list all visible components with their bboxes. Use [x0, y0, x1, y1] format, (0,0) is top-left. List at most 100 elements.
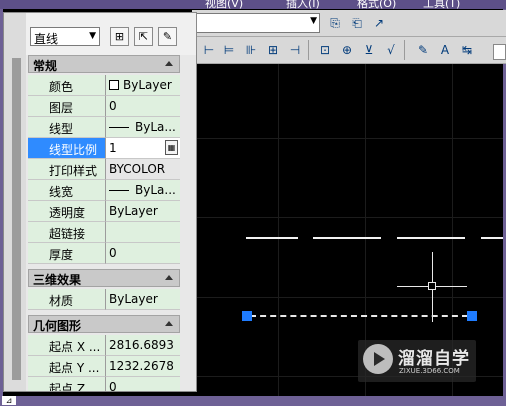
property-key: 线型比例 — [49, 143, 98, 157]
dim-continue-icon[interactable]: ⊪ — [242, 41, 260, 59]
property-value[interactable]: 1 — [109, 141, 117, 155]
toggle-pickadd-icon: ⊞ — [114, 30, 125, 43]
grid-line — [192, 297, 503, 298]
section-general-label: 常规 — [33, 59, 58, 73]
dim-break-icon[interactable]: ⊣ — [286, 41, 304, 59]
property-value: 0 — [109, 99, 117, 113]
center-mark-icon[interactable]: ⊕ — [338, 41, 356, 59]
line-end-grip[interactable] — [467, 311, 477, 321]
property-key: 超链接 — [49, 227, 86, 241]
property-row-linetype[interactable]: 线型 ByLa... — [28, 117, 180, 138]
property-key: 线型 — [49, 122, 74, 136]
toolbar-separator — [308, 40, 309, 60]
chevron-up-icon — [165, 61, 173, 66]
jogged-linear-icon[interactable]: √ — [382, 41, 400, 59]
select-objects-button[interactable]: ⇱ — [134, 27, 153, 46]
table-style-icon[interactable]: ⎗ — [348, 14, 366, 32]
property-row-linetype-scale[interactable]: 线型比例 1 ▦ — [28, 138, 180, 159]
section-geometry-label: 几何图形 — [33, 319, 82, 333]
property-value: ByLayer — [109, 292, 158, 306]
property-key: 颜色 — [49, 80, 74, 94]
palette-drag-bar[interactable] — [12, 58, 21, 380]
dim-edit-icon[interactable]: ✎ — [414, 41, 432, 59]
property-value: 0 — [109, 380, 117, 391]
property-key: 起点 Z ... — [49, 382, 101, 391]
property-row-thickness[interactable]: 厚度 0 — [28, 243, 180, 264]
grid-line — [278, 64, 279, 396]
line-segment — [246, 237, 298, 239]
property-row-transparency[interactable]: 透明度 ByLayer — [28, 201, 180, 222]
property-row-start-y[interactable]: 起点 Y ... 1232.2678 — [28, 356, 180, 377]
watermark-title: 溜溜自学 — [398, 349, 470, 369]
property-value: 2816.6893 — [109, 338, 174, 352]
property-row-lineweight[interactable]: 线宽 ByLa... — [28, 180, 180, 201]
select-objects-icon: ⇱ — [138, 30, 149, 43]
chevron-up-icon — [165, 275, 173, 280]
status-strip: ⊿ — [0, 396, 506, 406]
linetype-sample-icon — [109, 127, 129, 128]
section-general[interactable]: 常规 — [28, 55, 180, 73]
property-value: ByLayer — [123, 78, 172, 92]
pickbox-cursor — [428, 282, 436, 290]
property-row-layer[interactable]: 图层 0 — [28, 96, 180, 117]
property-row-start-z[interactable]: 起点 Z ... 0 — [28, 377, 180, 391]
multileader-style-icon[interactable]: ↗ — [370, 14, 388, 32]
quick-select-button[interactable]: ✎ — [158, 27, 177, 46]
property-row-start-x[interactable]: 起点 X ... 2816.6893 — [28, 335, 180, 356]
object-type-select[interactable]: 直线 ▼ — [30, 27, 100, 46]
property-row-color[interactable]: 颜色 ByLayer — [28, 75, 180, 96]
menu-bar: 视图(V) 插入(I) 格式(O) 工具(T) — [0, 0, 506, 10]
dim-update-icon[interactable]: ↹ — [458, 41, 476, 59]
chevron-down-icon: ▼ — [89, 31, 96, 41]
section-3d-effects[interactable]: 三维效果 — [28, 269, 180, 287]
property-key: 厚度 — [49, 248, 74, 262]
dim-linear-icon[interactable]: ⊢ — [200, 41, 218, 59]
property-row-material[interactable]: 材质 ByLayer — [28, 289, 180, 310]
selected-line[interactable] — [250, 315, 468, 317]
lineweight-sample-icon — [109, 190, 129, 191]
toolbar-overflow-button[interactable] — [493, 44, 506, 60]
chevron-up-icon — [165, 321, 173, 326]
chevron-down-icon: ▼ — [310, 16, 317, 26]
palette-header: 直线 ▼ ⊞ ⇱ ✎ — [26, 13, 196, 55]
palette-title-strip[interactable] — [4, 13, 26, 391]
dim-baseline-icon[interactable]: ⊨ — [220, 41, 238, 59]
watermark: 溜溜自学 ZIXUE.3D66.COM — [358, 340, 476, 382]
line-segment — [313, 237, 381, 239]
property-key: 透明度 — [49, 206, 86, 220]
tolerance-icon[interactable]: ⊡ — [316, 41, 334, 59]
toggle-pickadd-button[interactable]: ⊞ — [110, 27, 129, 46]
toolbar-separator — [404, 40, 405, 60]
color-swatch-icon — [109, 80, 119, 90]
property-key: 线宽 — [49, 185, 74, 199]
inspect-icon[interactable]: ⊻ — [360, 41, 378, 59]
property-value: ByLayer — [109, 204, 158, 218]
property-key: 图层 — [49, 101, 74, 115]
property-key: 起点 X ... — [49, 340, 101, 354]
property-value: BYCOLOR — [109, 162, 166, 176]
ucs-icon: ⊿ — [2, 396, 16, 405]
object-type-value: 直线 — [34, 32, 59, 46]
grid-line — [192, 138, 503, 139]
toolbar-dimension: ⊢ ⊨ ⊪ ⊞ ⊣ ⊡ ⊕ ⊻ √ ✎ A ↹ — [192, 37, 506, 64]
dim-style-icon[interactable]: ⎘ — [326, 14, 344, 32]
style-dropdown[interactable]: ▼ — [196, 13, 320, 33]
section-3d-label: 三维效果 — [33, 273, 82, 287]
calculator-icon[interactable]: ▦ — [165, 140, 178, 155]
property-value: 0 — [109, 246, 117, 260]
property-key: 材质 — [49, 294, 74, 308]
line-start-grip[interactable] — [242, 311, 252, 321]
dim-text-edit-icon[interactable]: A — [436, 41, 454, 59]
watermark-url: ZIXUE.3D66.COM — [399, 367, 460, 375]
property-value: 1232.2678 — [109, 359, 174, 373]
grid-line — [192, 217, 503, 218]
toolbar-styles: ▼ ⎘ ⎗ ↗ — [192, 10, 506, 37]
property-key: 打印样式 — [49, 164, 98, 178]
property-value: ByLa... — [135, 183, 176, 197]
line-segment — [481, 237, 503, 239]
section-geometry[interactable]: 几何图形 — [28, 315, 180, 333]
property-row-hyperlink[interactable]: 超链接 — [28, 222, 180, 243]
property-key: 起点 Y ... — [49, 361, 100, 375]
dim-space-icon[interactable]: ⊞ — [264, 41, 282, 59]
property-row-plot-style[interactable]: 打印样式 BYCOLOR — [28, 159, 180, 180]
